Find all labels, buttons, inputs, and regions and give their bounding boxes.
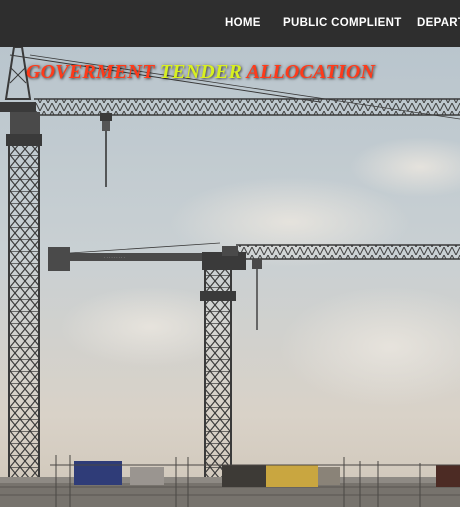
hero-title-word-1: GOVERMENT — [26, 61, 155, 83]
top-navbar: HOME PUBLIC COMPLIENT DEPART — [0, 0, 460, 47]
nav-home-link[interactable]: HOME — [225, 17, 261, 29]
hero-title-word-2: TENDER — [159, 61, 243, 83]
nav-department-link[interactable]: DEPART — [417, 17, 460, 29]
svg-text:· · · · · · · · ·: · · · · · · · · · — [104, 255, 125, 260]
construction-crane-image: · · · · · · · · · — [0, 47, 460, 507]
hero-banner: · · · · · · · · · GOVERMENT TENDER ALLOC… — [0, 47, 460, 507]
hero-title-word-3: ALLOCATION — [246, 61, 376, 83]
nav-public-complaint-link[interactable]: PUBLIC COMPLIENT — [283, 17, 402, 29]
hero-title: GOVERMENT TENDER ALLOCATION — [26, 61, 375, 84]
